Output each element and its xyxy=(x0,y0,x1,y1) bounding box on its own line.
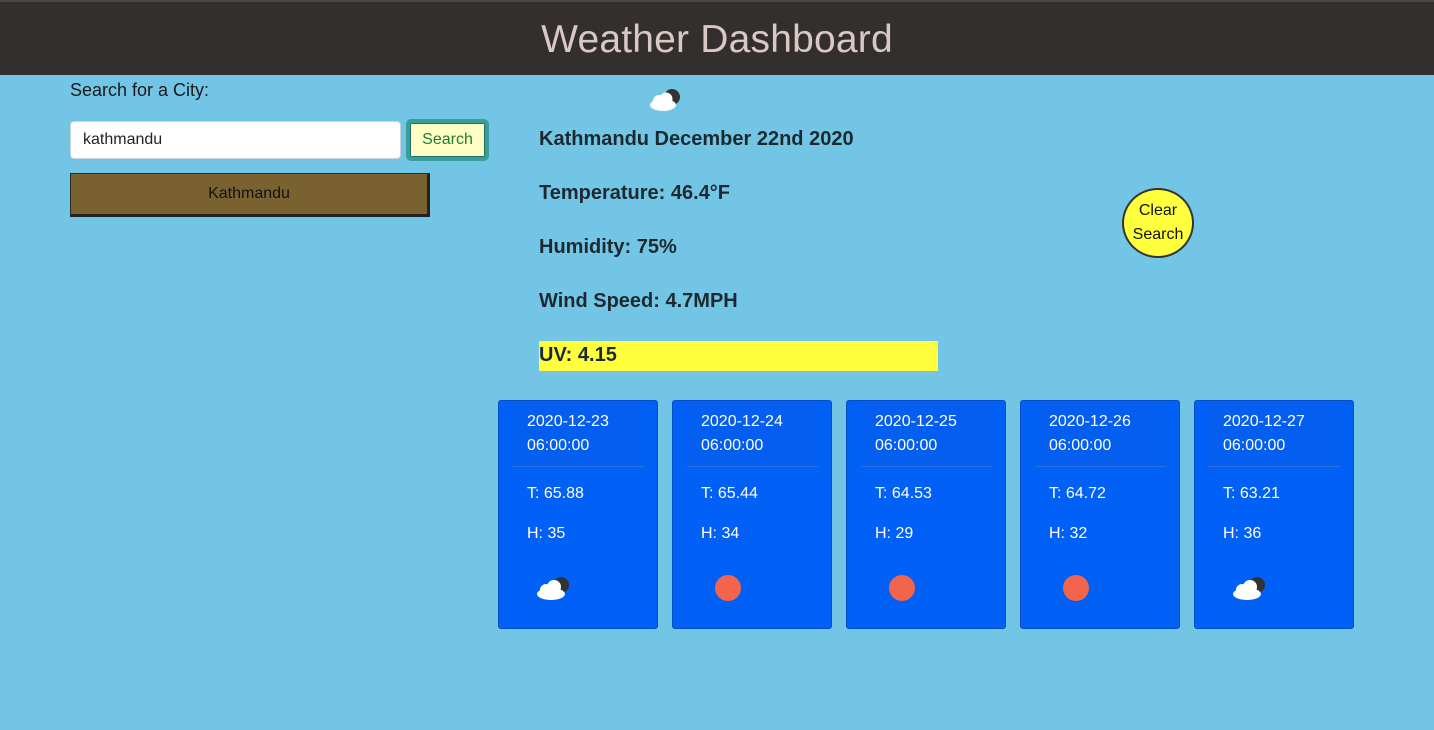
history-item-kathmandu[interactable]: Kathmandu xyxy=(70,173,430,217)
forecast-date-header: 2020-12-25 06:00:00 xyxy=(861,401,992,467)
forecast-time: 06:00:00 xyxy=(1049,437,1112,454)
forecast-time: 06:00:00 xyxy=(1223,437,1286,454)
current-wind-speed: Wind Speed: 4.7MPH xyxy=(539,290,738,312)
forecast-card: 2020-12-27 06:00:00 T: 63.21 H: 36 xyxy=(1194,400,1354,629)
partly-cloudy-icon xyxy=(650,89,680,111)
clear-search-button[interactable]: Clear Search xyxy=(1122,188,1194,258)
forecast-date: 2020-12-26 xyxy=(1049,413,1131,430)
forecast-card: 2020-12-25 06:00:00 T: 64.53 H: 29 xyxy=(846,400,1006,629)
header-bar: Weather Dashboard xyxy=(0,0,1434,75)
forecast-date-header: 2020-12-23 06:00:00 xyxy=(513,401,644,467)
forecast-date-header: 2020-12-27 06:00:00 xyxy=(1209,401,1340,467)
uv-index: UV: 4.15 xyxy=(539,341,938,371)
forecast-temperature: T: 63.21 xyxy=(1223,485,1280,502)
search-input[interactable] xyxy=(70,121,401,159)
forecast-humidity: H: 29 xyxy=(875,525,914,542)
forecast-date: 2020-12-27 xyxy=(1223,413,1305,430)
forecast-date-header: 2020-12-24 06:00:00 xyxy=(687,401,818,467)
sun-icon xyxy=(1063,575,1089,601)
sun-icon xyxy=(715,575,741,601)
forecast-humidity: H: 35 xyxy=(527,525,566,542)
forecast-humidity: H: 32 xyxy=(1049,525,1088,542)
forecast-date: 2020-12-24 xyxy=(701,413,783,430)
forecast-card: 2020-12-23 06:00:00 T: 65.88 H: 35 xyxy=(498,400,658,629)
sun-icon xyxy=(889,575,915,601)
forecast-card: 2020-12-26 06:00:00 T: 64.72 H: 32 xyxy=(1020,400,1180,629)
forecast-humidity: H: 34 xyxy=(701,525,740,542)
forecast-card: 2020-12-24 06:00:00 T: 65.44 H: 34 xyxy=(672,400,832,629)
forecast-temperature: T: 65.88 xyxy=(527,485,584,502)
clear-label-line1: Clear xyxy=(1138,202,1178,219)
forecast-time: 06:00:00 xyxy=(875,437,938,454)
forecast-time: 06:00:00 xyxy=(527,437,590,454)
current-temperature: Temperature: 46.4°F xyxy=(539,182,731,204)
forecast-temperature: T: 65.44 xyxy=(701,485,758,502)
forecast-date: 2020-12-23 xyxy=(527,413,609,430)
clear-label-line2: Search xyxy=(1132,226,1184,243)
partly-cloudy-icon xyxy=(1233,577,1265,600)
forecast-temperature: T: 64.53 xyxy=(875,485,932,502)
current-city-date: Kathmandu December 22nd 2020 xyxy=(539,128,854,150)
search-button[interactable]: Search xyxy=(406,119,489,161)
current-humidity: Humidity: 75% xyxy=(539,236,677,258)
forecast-date-header: 2020-12-26 06:00:00 xyxy=(1035,401,1166,467)
search-label: Search for a City: xyxy=(70,80,210,100)
partly-cloudy-icon xyxy=(537,577,569,600)
forecast-date: 2020-12-25 xyxy=(875,413,957,430)
page-title: Weather Dashboard xyxy=(541,18,893,61)
forecast-humidity: H: 36 xyxy=(1223,525,1262,542)
forecast-temperature: T: 64.72 xyxy=(1049,485,1106,502)
forecast-time: 06:00:00 xyxy=(701,437,764,454)
